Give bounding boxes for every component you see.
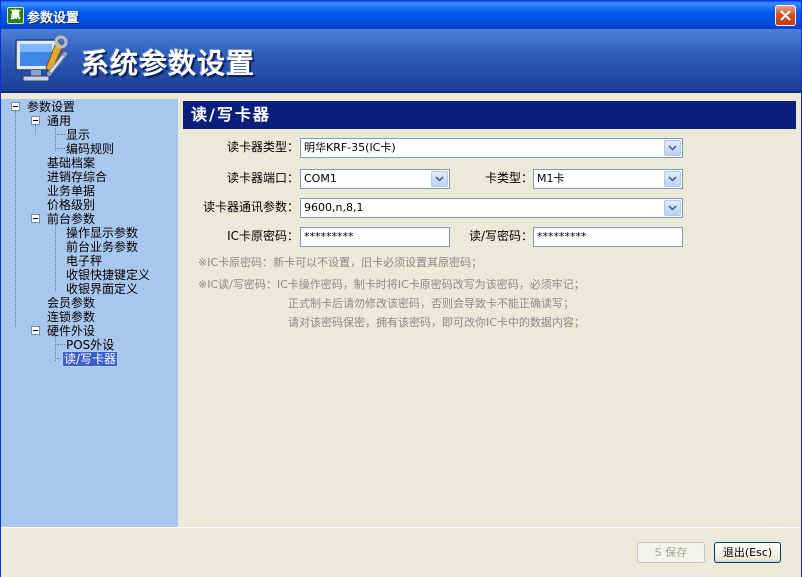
tree-item-basic-records[interactable]: 基础档案 — [46, 156, 96, 170]
chevron-down-icon[interactable] — [664, 171, 681, 187]
reader-port-select[interactable]: COM1 — [300, 169, 450, 189]
close-icon — [780, 10, 791, 21]
header-banner: 系统参数设置 — [1, 29, 801, 93]
settings-window: 赢 参数设置 系统参数设置 参数设置 通用 显示 编码规则 基础档案 进销存综合… — [0, 0, 802, 577]
reader-type-select[interactable]: 明华KRF-35(IC卡) — [300, 138, 683, 158]
reader-port-label: 读卡器端口： — [226, 171, 299, 185]
tree-collapse-icon[interactable] — [11, 102, 20, 111]
note-ic-password: ※IC卡原密码：新卡可以不设置，旧卡必须设置其原密码； — [198, 256, 483, 269]
chevron-down-icon[interactable] — [664, 200, 681, 216]
tree-item-chain-params[interactable]: 连锁参数 — [46, 310, 96, 324]
close-button[interactable] — [775, 5, 796, 26]
tree-item-general[interactable]: 通用 — [46, 114, 72, 128]
tree-collapse-icon[interactable] — [31, 326, 40, 335]
tree-connector — [57, 134, 65, 135]
exit-button[interactable]: 退出(Esc) — [714, 542, 781, 563]
rw-password-label: 读/写密码： — [468, 229, 533, 243]
comm-params-label: 读卡器通讯参数： — [202, 200, 299, 214]
tree-item-inventory[interactable]: 进销存综合 — [46, 170, 108, 184]
tree-item-card-reader[interactable]: 读/写卡器 — [61, 351, 119, 367]
banner-title: 系统参数设置 — [81, 47, 256, 80]
tree-collapse-icon[interactable] — [31, 116, 40, 125]
tree-item-display-params[interactable]: 操作显示参数 — [65, 226, 139, 240]
tree-item-scale[interactable]: 电子秤 — [65, 254, 103, 268]
tree-connector — [55, 335, 56, 361]
tree-item-cashier-ui[interactable]: 收银界面定义 — [65, 282, 139, 296]
tree-item-hardware[interactable]: 硬件外设 — [46, 324, 96, 338]
tree-item-coding-rules[interactable]: 编码规则 — [65, 142, 115, 156]
computer-settings-icon — [15, 35, 68, 82]
chevron-down-icon[interactable] — [431, 171, 448, 187]
tree-connector — [55, 223, 56, 291]
tree-connector — [35, 125, 36, 135]
card-type-label: 卡类型： — [484, 171, 533, 185]
tree-item-member-params[interactable]: 会员参数 — [46, 296, 96, 310]
reader-type-label: 读卡器类型： — [226, 140, 299, 154]
tree-item-price-levels[interactable]: 价格级别 — [46, 198, 96, 212]
settings-tree: 参数设置 通用 显示 编码规则 基础档案 进销存综合 业务单据 价格级别 前台参… — [1, 99, 178, 527]
rw-password-field[interactable]: ********* — [533, 227, 683, 247]
tree-connector — [15, 111, 16, 327]
tree-item-pos-devices[interactable]: POS外设 — [65, 338, 115, 352]
card-type-select[interactable]: M1卡 — [533, 169, 683, 189]
settings-panel: 读/写卡器 读卡器类型： 明华KRF-35(IC卡) 读卡器端口： COM1 卡… — [178, 99, 801, 527]
chevron-down-icon[interactable] — [664, 140, 681, 156]
ic-password-field[interactable]: ********* — [300, 227, 450, 247]
dialog-footer: S 保存 退出(Esc) — [1, 527, 801, 577]
note-rw-password: ※IC读/写密码：IC卡操作密码，制卡时将IC卡原密码改写为该密码，必须牢记； — [198, 278, 585, 291]
tree-item-parameters[interactable]: 参数设置 — [26, 100, 76, 114]
tree-item-front-params[interactable]: 前台参数 — [46, 212, 96, 226]
tree-item-hotkeys[interactable]: 收银快捷键定义 — [65, 268, 151, 282]
window-title: 参数设置 — [27, 11, 80, 26]
title-bar[interactable]: 赢 参数设置 — [1, 1, 801, 29]
tree-item-business-docs[interactable]: 业务单据 — [46, 184, 96, 198]
save-button[interactable]: S 保存 — [637, 542, 705, 563]
tree-item-front-business[interactable]: 前台业务参数 — [65, 240, 139, 254]
note-confidential: 请对该密码保密，拥有该密码，即可改你IC卡中的数据内容； — [288, 316, 585, 329]
section-title: 读/写卡器 — [183, 101, 796, 129]
tree-collapse-icon[interactable] — [31, 214, 40, 223]
tree-item-display[interactable]: 显示 — [65, 128, 91, 142]
comm-params-select[interactable]: 9600,n,8,1 — [300, 198, 683, 218]
note-warning: 正式制卡后请勿修改该密码，否则会导致卡不能正确读写； — [288, 297, 574, 310]
tree-connector — [57, 344, 65, 345]
tree-connector — [55, 125, 56, 151]
app-icon: 赢 — [7, 7, 24, 24]
tree-connector — [57, 148, 65, 149]
ic-password-label: IC卡原密码： — [227, 229, 299, 243]
